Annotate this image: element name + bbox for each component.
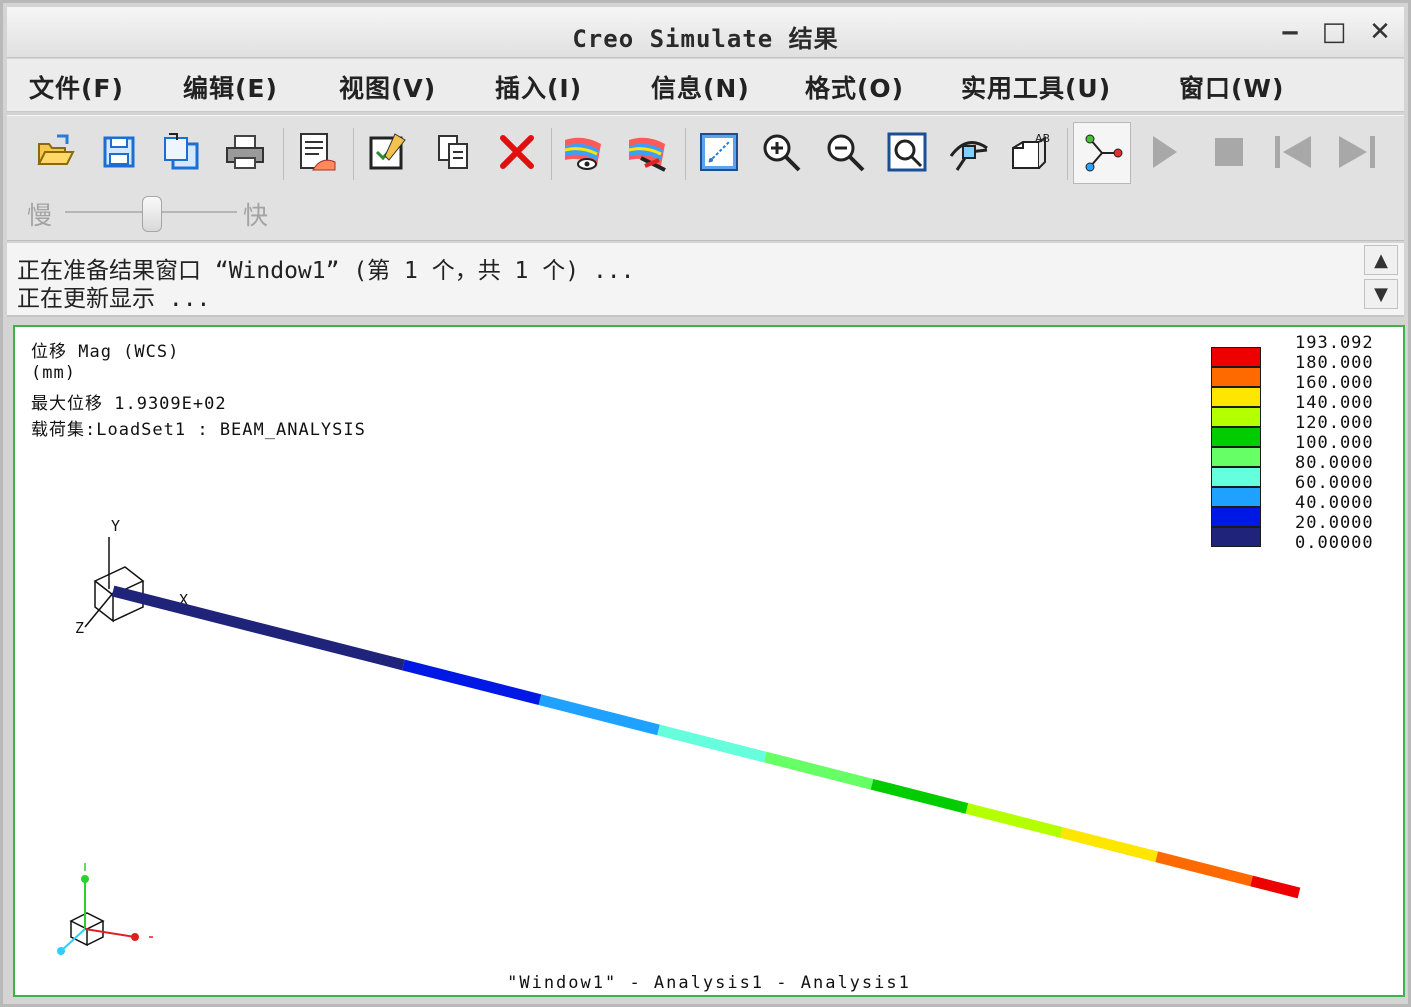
menu-utilities[interactable]: 实用工具(U) bbox=[961, 69, 1111, 105]
message-line: 正在更新显示 ... bbox=[17, 286, 211, 312]
beam-segment bbox=[538, 694, 660, 736]
toolbar-separator bbox=[685, 128, 686, 180]
result-viewport[interactable]: 位移 Mag (WCS) (mm) 最大位移 1.9309E+02 载荷集:Lo… bbox=[13, 325, 1405, 997]
named-view-icon[interactable]: AB bbox=[1007, 128, 1055, 176]
print-icon[interactable] bbox=[221, 128, 269, 176]
toolbar-separator bbox=[1067, 128, 1068, 180]
menu-view[interactable]: 视图(V) bbox=[339, 69, 436, 105]
save-as-icon[interactable] bbox=[157, 128, 205, 176]
menu-edit[interactable]: 编辑(E) bbox=[183, 69, 278, 105]
toolbar-separator bbox=[551, 128, 552, 180]
toolbar: AB 慢 快 bbox=[7, 115, 1404, 241]
menu-file[interactable]: 文件(F) bbox=[29, 69, 124, 105]
message-area: 正在准备结果窗口 “Window1” (第 1 个，共 1 个) ... 正在更… bbox=[7, 243, 1404, 317]
beam-segment bbox=[965, 803, 1064, 838]
save-icon[interactable] bbox=[95, 128, 143, 176]
wcs-triad: Y Z X bbox=[75, 517, 188, 637]
zoom-out-icon[interactable] bbox=[821, 128, 869, 176]
zoom-in-icon[interactable] bbox=[757, 128, 805, 176]
menu-format[interactable]: 格式(O) bbox=[805, 69, 904, 105]
beam-segment bbox=[657, 724, 767, 763]
orientation-triad bbox=[57, 863, 153, 955]
beam-segment bbox=[111, 585, 405, 671]
app-window: Creo Simulate 结果 ‒ □ ✕ 文件(F) 编辑(E) 视图(V)… bbox=[0, 0, 1411, 1007]
delete-icon[interactable] bbox=[493, 128, 541, 176]
beam-segment bbox=[763, 751, 874, 790]
copy-icon[interactable] bbox=[429, 128, 477, 176]
last-frame-icon[interactable] bbox=[1333, 128, 1381, 176]
axis-z-label: Z bbox=[75, 619, 84, 637]
beam-segment bbox=[1250, 875, 1301, 899]
beam-segment bbox=[1155, 851, 1253, 887]
animate-icon[interactable] bbox=[1073, 122, 1131, 184]
first-frame-icon[interactable] bbox=[1269, 128, 1317, 176]
hide-result-icon[interactable] bbox=[623, 128, 671, 176]
report-icon[interactable] bbox=[293, 128, 341, 176]
toolbar-separator bbox=[353, 128, 354, 180]
stop-icon[interactable] bbox=[1205, 128, 1253, 176]
speed-slow-label: 慢 bbox=[27, 201, 53, 230]
beam-result bbox=[111, 585, 1301, 899]
play-icon[interactable] bbox=[1139, 128, 1187, 176]
scroll-up-button[interactable]: ▲ bbox=[1364, 245, 1398, 275]
window-caption: "Window1" - Analysis1 - Analysis1 bbox=[507, 973, 911, 993]
model-canvas: Y Z X bbox=[57, 517, 1301, 955]
reorient-icon[interactable] bbox=[695, 128, 743, 176]
menu-info[interactable]: 信息(N) bbox=[651, 69, 750, 105]
maximize-icon[interactable]: □ bbox=[1317, 15, 1351, 49]
window-title: Creo Simulate 结果 bbox=[572, 25, 839, 53]
speed-slider-thumb[interactable] bbox=[142, 196, 162, 232]
axis-y-label: Y bbox=[111, 517, 120, 535]
toolbar-separator bbox=[283, 128, 284, 180]
edit-definition-icon[interactable] bbox=[363, 128, 411, 176]
title-bar: Creo Simulate 结果 ‒ □ ✕ bbox=[7, 7, 1404, 58]
show-result-icon[interactable] bbox=[559, 128, 607, 176]
close-icon[interactable]: ✕ bbox=[1363, 15, 1397, 49]
scroll-down-button[interactable]: ▼ bbox=[1364, 279, 1398, 309]
zoom-fit-icon[interactable] bbox=[883, 128, 931, 176]
spin-center-icon[interactable] bbox=[945, 128, 993, 176]
minimize-icon[interactable]: ‒ bbox=[1273, 15, 1307, 49]
menu-insert[interactable]: 插入(I) bbox=[495, 69, 582, 105]
beam-segment bbox=[402, 659, 542, 706]
speed-fast-label: 快 bbox=[243, 201, 269, 230]
menu-bar: 文件(F) 编辑(E) 视图(V) 插入(I) 信息(N) 格式(O) 实用工具… bbox=[7, 59, 1404, 112]
beam-segment bbox=[870, 778, 969, 814]
beam-segment bbox=[1060, 827, 1159, 863]
open-folder-icon[interactable] bbox=[31, 128, 79, 176]
svg-text:AB: AB bbox=[1035, 132, 1050, 145]
menu-window[interactable]: 窗口(W) bbox=[1179, 69, 1284, 105]
